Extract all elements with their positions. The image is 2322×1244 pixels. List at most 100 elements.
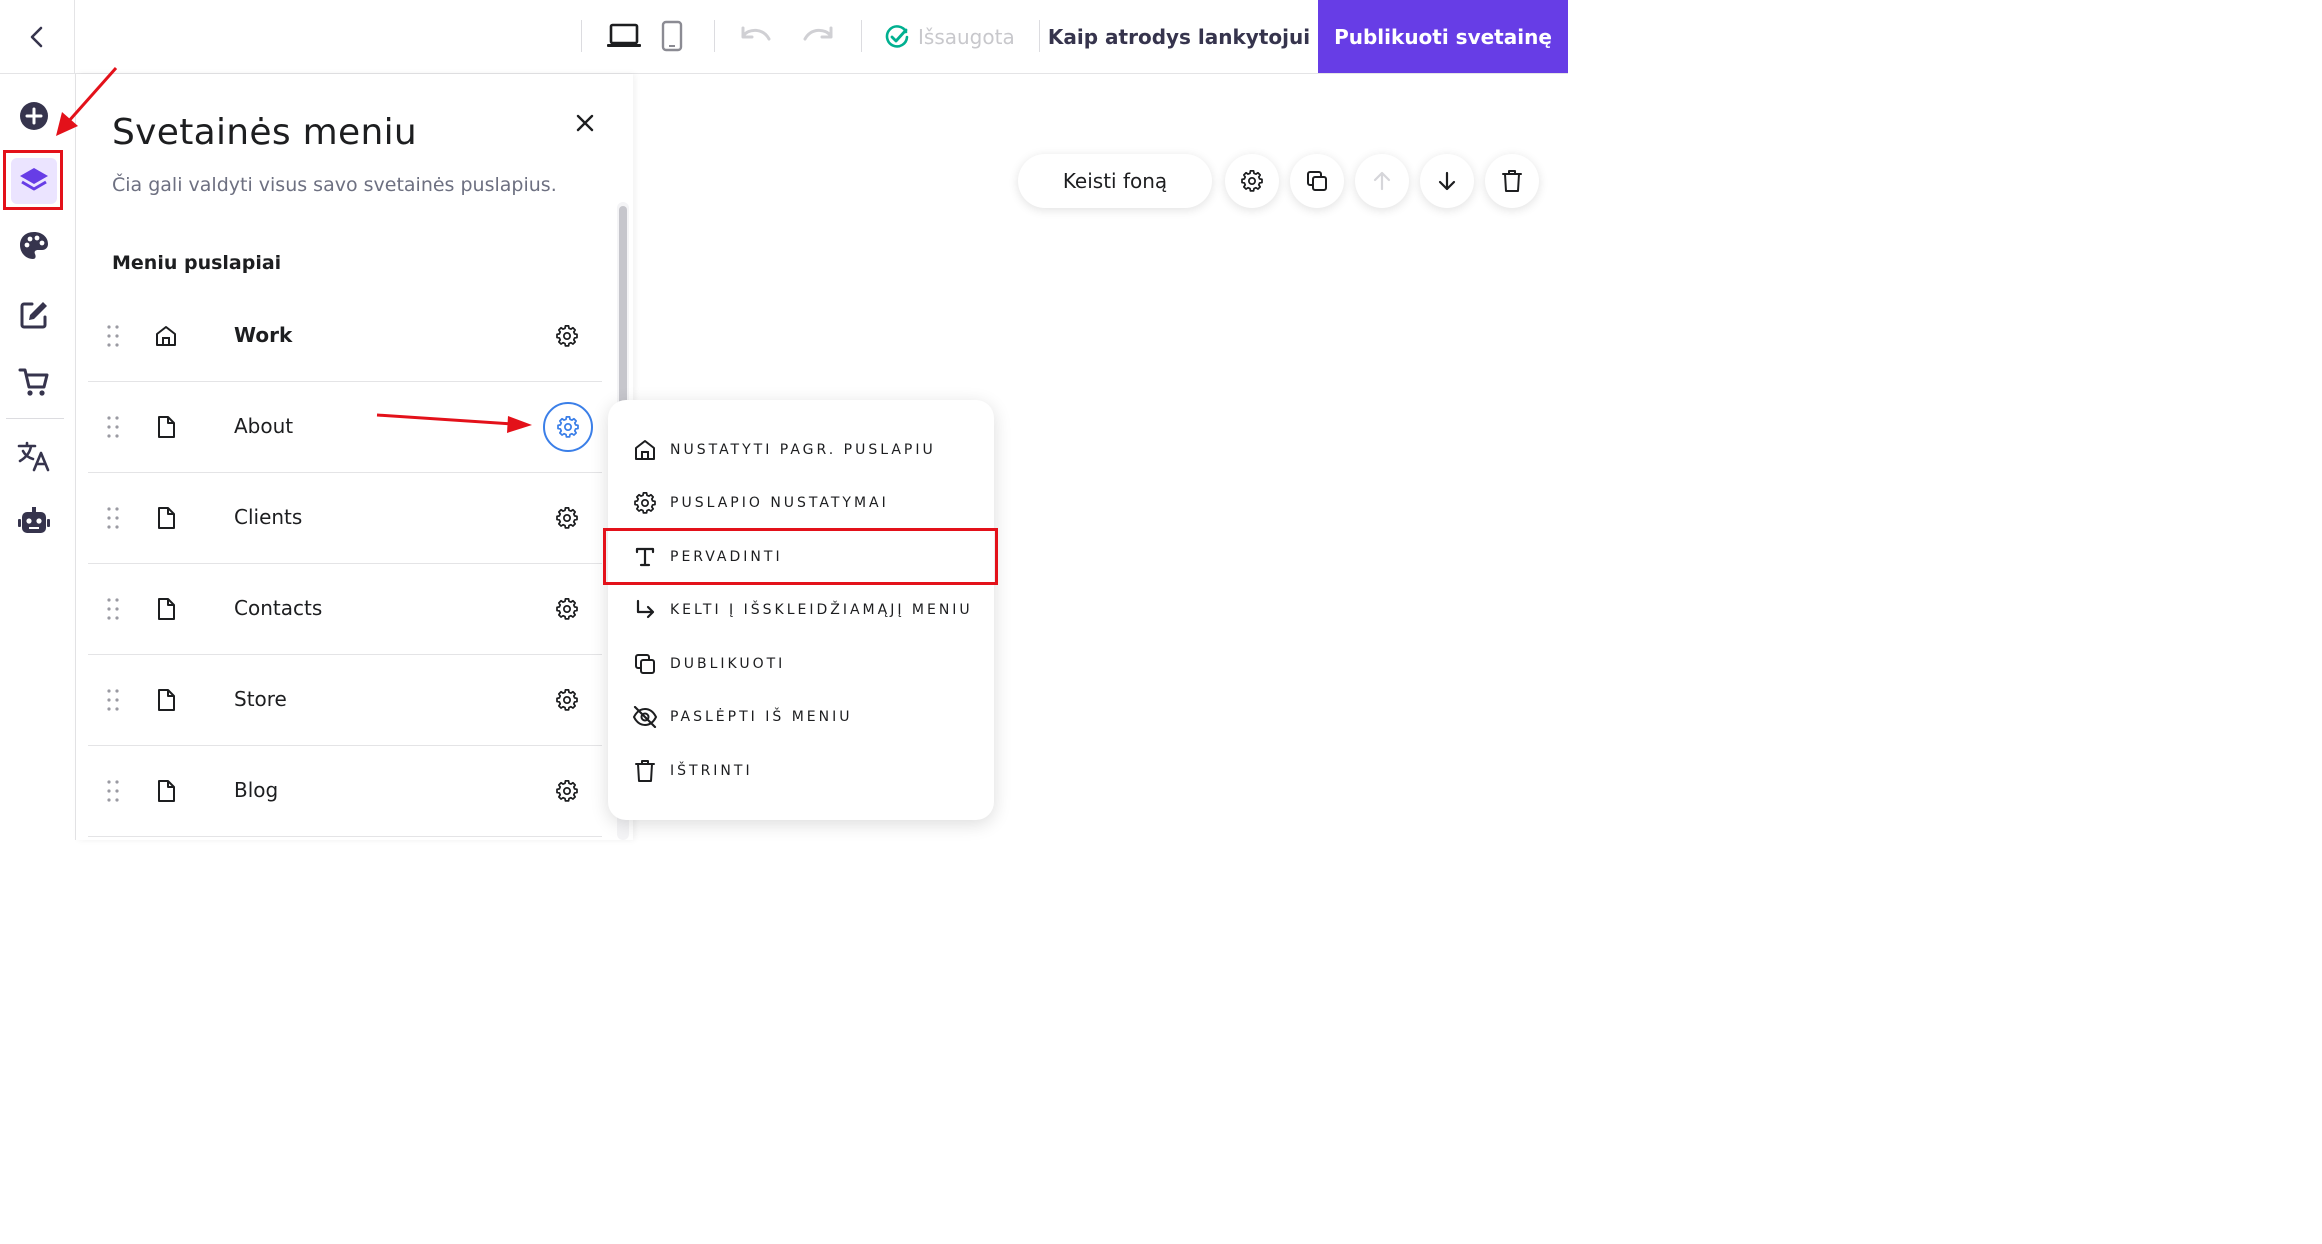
mobile-view-button[interactable] <box>654 18 690 54</box>
arrow-down-right-icon <box>636 599 655 619</box>
gear-icon[interactable] <box>556 780 578 802</box>
preview-button[interactable]: Kaip atrodys lankytojui <box>1040 0 1318 73</box>
drag-handle-icon[interactable] <box>106 597 120 621</box>
divider <box>6 418 64 419</box>
gear-icon[interactable] <box>556 507 578 529</box>
saved-status: Išsaugota <box>884 22 1015 52</box>
duplicate-item[interactable]: DUBLIKUOTI <box>632 650 785 678</box>
menu-item-label: KELTI Į IŠSKLEIDŽIAMĄJĮ MENIU <box>670 602 973 618</box>
close-panel-button[interactable] <box>572 110 598 136</box>
hide-from-menu-item[interactable]: PASLĖPTI IŠ MENIU <box>632 703 852 731</box>
panel-subtitle: Čia gali valdyti visus savo svetainės pu… <box>112 174 557 196</box>
page-row-store[interactable]: Store <box>88 655 602 746</box>
phone-icon <box>661 20 683 52</box>
section-settings-button[interactable] <box>1225 154 1279 208</box>
change-background-button[interactable]: Keisti foną <box>1018 154 1212 208</box>
page-name: Work <box>234 323 293 347</box>
plus-circle-icon <box>20 102 48 130</box>
drag-handle-icon[interactable] <box>106 506 120 530</box>
translate-button[interactable] <box>11 433 57 479</box>
menu-item-label: DUBLIKUOTI <box>670 656 786 672</box>
back-button[interactable] <box>0 0 75 73</box>
duplicate-icon <box>1307 171 1327 191</box>
page-context-menu: NUSTATYTI PAGR. PUSLAPIU PUSLAPIO NUSTAT… <box>608 400 994 820</box>
palette-icon <box>20 232 48 259</box>
drag-handle-icon[interactable] <box>106 415 120 439</box>
move-to-dropdown-item[interactable]: KELTI Į IŠSKLEIDŽIAMĄJĮ MENIU <box>632 596 973 624</box>
page-row-contacts[interactable]: Contacts <box>88 564 602 655</box>
publish-button[interactable]: Publikuoti svetainę <box>1318 0 1568 73</box>
page-row-blog[interactable]: Blog <box>88 746 602 837</box>
duplicate-section-button[interactable] <box>1290 154 1344 208</box>
annotation-highlight-box <box>603 528 998 585</box>
panel-title: Svetainės meniu <box>112 112 417 153</box>
divider <box>861 20 862 52</box>
move-section-down-button[interactable] <box>1420 154 1474 208</box>
eye-off-icon <box>632 706 658 728</box>
menu-item-label: PASLĖPTI IŠ MENIU <box>670 709 853 725</box>
styles-button[interactable] <box>11 223 57 269</box>
delete-section-button[interactable] <box>1485 154 1539 208</box>
page-name: Clients <box>234 505 303 529</box>
gear-icon[interactable] <box>556 598 578 620</box>
home-icon <box>156 326 176 346</box>
undo-icon <box>741 26 771 41</box>
page-name: Contacts <box>234 596 323 620</box>
page-name: About <box>234 414 294 438</box>
page-name: Store <box>234 687 287 711</box>
page-row-work[interactable]: Work <box>88 291 602 382</box>
set-homepage-item[interactable]: NUSTATYTI PAGR. PUSLAPIU <box>632 436 936 464</box>
file-icon <box>158 416 175 438</box>
home-icon <box>635 440 655 460</box>
gear-icon <box>1241 170 1263 192</box>
desktop-view-button[interactable] <box>606 18 642 54</box>
check-circle-icon <box>885 25 909 48</box>
drag-handle-icon[interactable] <box>106 779 120 803</box>
page-list: Work About Clients Contacts Store Blog <box>88 291 602 837</box>
redo-icon <box>803 26 833 41</box>
website-menu-panel: Svetainės meniu Čia gali valdyti visus s… <box>76 74 633 840</box>
gear-icon[interactable] <box>556 325 578 347</box>
edit-icon <box>20 302 47 329</box>
file-icon <box>158 598 175 620</box>
page-row-about[interactable]: About <box>88 382 602 473</box>
ai-assistant-button[interactable] <box>11 498 57 544</box>
drag-handle-icon[interactable] <box>106 688 120 712</box>
top-bar: Išsaugota Kaip atrodys lankytojui Publik… <box>0 0 1568 74</box>
annotation-highlight-box <box>3 150 63 210</box>
file-icon <box>158 689 175 711</box>
menu-item-label: NUSTATYTI PAGR. PUSLAPIU <box>670 442 936 458</box>
laptop-icon <box>607 23 641 47</box>
page-settings-item[interactable]: PUSLAPIO NUSTATYMAI <box>632 489 889 517</box>
file-icon <box>158 780 175 802</box>
saved-label: Išsaugota <box>918 25 1015 49</box>
redo-button[interactable] <box>800 18 836 54</box>
blog-editor-button[interactable] <box>11 292 57 338</box>
page-row-clients[interactable]: Clients <box>88 473 602 564</box>
drag-handle-icon[interactable] <box>106 324 120 348</box>
delete-item[interactable]: IŠTRINTI <box>632 757 753 785</box>
add-element-button[interactable] <box>11 93 57 139</box>
divider <box>714 20 715 52</box>
page-settings-button-active[interactable] <box>543 402 593 452</box>
menu-item-label: PUSLAPIO NUSTATYMAI <box>670 495 889 511</box>
left-sidebar <box>0 74 76 840</box>
gear-icon[interactable] <box>556 689 578 711</box>
divider <box>581 20 582 52</box>
file-icon <box>158 507 175 529</box>
duplicate-icon <box>635 654 655 674</box>
move-section-up-button[interactable] <box>1355 154 1409 208</box>
arrow-down-icon <box>1438 171 1456 191</box>
arrow-up-icon <box>1373 171 1391 191</box>
robot-icon <box>18 507 50 533</box>
store-button[interactable] <box>11 359 57 405</box>
cart-icon <box>18 368 49 396</box>
scrollbar-thumb[interactable] <box>619 206 627 406</box>
chevron-left-icon <box>30 26 43 47</box>
gear-icon <box>557 416 579 438</box>
undo-button[interactable] <box>738 18 774 54</box>
page-name: Blog <box>234 778 279 802</box>
translate-icon <box>17 441 50 472</box>
menu-item-label: IŠTRINTI <box>670 763 753 779</box>
trash-icon <box>1502 170 1522 192</box>
